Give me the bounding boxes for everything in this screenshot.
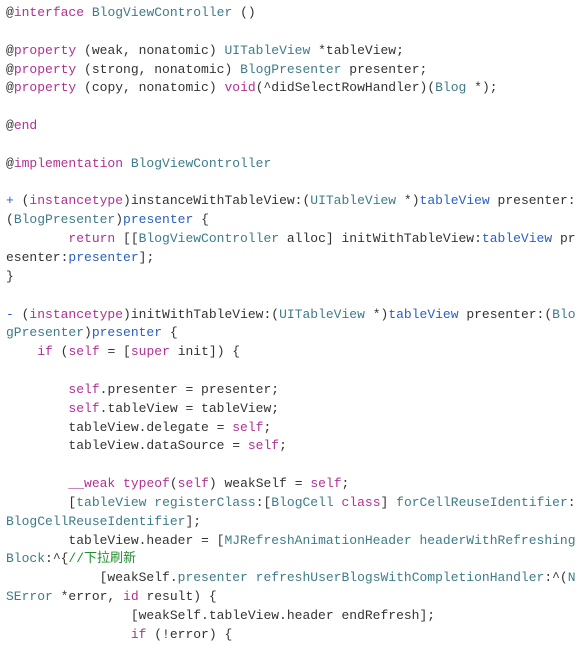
line: @property (strong, nonatomic) BlogPresen… (6, 62, 427, 77)
line: self.presenter = presenter; (6, 382, 279, 397)
line: - (instancetype)initWithTableView:(UITab… (6, 307, 576, 341)
line: if (self = [super init]) { (6, 344, 240, 359)
line: tableView.delegate = self; (6, 420, 271, 435)
line: __weak typeof(self) weakSelf = self; (6, 476, 349, 491)
line: [weakSelf.tableView.header endRefresh]; (6, 608, 435, 623)
line: @end (6, 118, 37, 133)
line: [weakSelf.presenter refreshUserBlogsWith… (6, 570, 576, 604)
line: if (!error) { (6, 627, 232, 642)
line: tableView.header = [MJRefreshAnimationHe… (6, 533, 576, 567)
line: [tableView registerClass:[BlogCell class… (6, 495, 576, 529)
line: @property (copy, nonatomic) void(^didSel… (6, 80, 498, 95)
line: } (6, 269, 14, 284)
line: + (instancetype)instanceWithTableView:(U… (6, 193, 576, 227)
line: @property (weak, nonatomic) UITableView … (6, 43, 404, 58)
line: self.tableView = tableView; (6, 401, 279, 416)
code-block: @interface BlogViewController () @proper… (6, 4, 576, 645)
line: return [[BlogViewController alloc] initW… (6, 231, 576, 265)
line: @interface BlogViewController () (6, 5, 256, 20)
line: @implementation BlogViewController (6, 156, 271, 171)
line: tableView.dataSource = self; (6, 438, 287, 453)
